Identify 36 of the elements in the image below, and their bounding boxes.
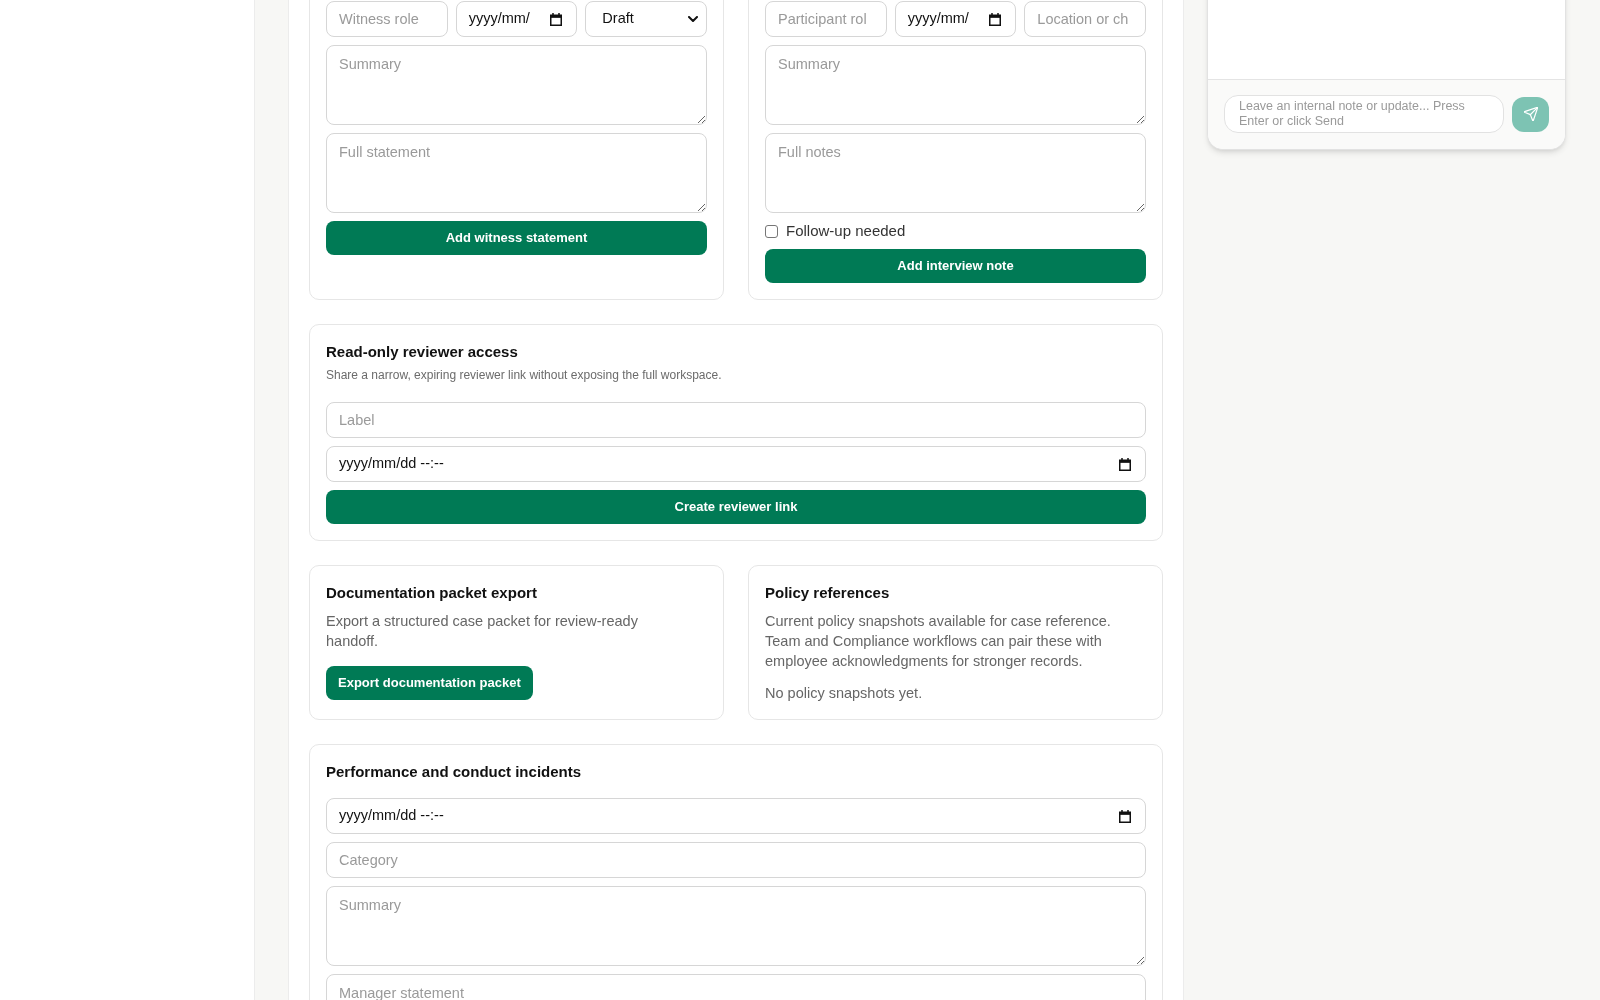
date-field[interactable]: yyyy/mm/dd --:-- (326, 798, 1146, 834)
card-description: Current policy snapshots available for case reference. Team and Compliance workflows can pair these with employee acknowledgments for stronger records. (765, 612, 1112, 671)
create-link-button[interactable]: Create reviewer link (326, 490, 1146, 524)
empty-state-text: No policy snapshots yet. (765, 684, 923, 703)
paper-plane-icon (1523, 107, 1538, 121)
card-description: Share a narrow, expiring reviewer link without exposing the full workspace. (326, 367, 722, 383)
text-area[interactable]: Full statement (326, 133, 707, 213)
text-input[interactable]: Label (326, 402, 1146, 438)
text-area[interactable]: Summary (326, 886, 1146, 966)
date-field[interactable]: yyyy/mm/dd --:-- (326, 446, 1146, 482)
date-field[interactable]: yyyy/mm/ (894, 1, 1017, 37)
card-title: Performance and conduct incidents (326, 762, 582, 782)
text-area[interactable]: Summary (326, 45, 707, 125)
text-area[interactable]: Summary (765, 45, 1146, 125)
calendar-icon[interactable] (550, 12, 563, 26)
text-input[interactable]: Location or ch (1024, 1, 1146, 37)
card-title: Read-only reviewer access (326, 342, 518, 362)
text-input[interactable]: Witness role (326, 1, 448, 37)
card-title: Documentation packet export (326, 583, 537, 603)
checkbox[interactable] (765, 224, 778, 238)
calendar-icon[interactable] (989, 12, 1002, 26)
status-select[interactable]: Draft (585, 1, 707, 37)
card-description: Export a structured case packet for review-ready handoff. (326, 612, 639, 651)
calendar-icon[interactable] (1119, 809, 1131, 823)
export-button[interactable]: Export documentation packet (326, 666, 533, 700)
note-input[interactable]: Leave an internal note or update... Press Enter or click Send (1224, 95, 1504, 133)
card-title: Policy references (765, 583, 890, 603)
text-input[interactable]: Participant rol (765, 1, 887, 37)
add-note-button[interactable]: Add interview note (765, 249, 1146, 283)
text-area[interactable]: Full notes (765, 133, 1146, 213)
checkbox-label: Follow-up needed (786, 220, 906, 241)
date-field[interactable]: yyyy/mm/ (455, 1, 578, 37)
chevron-down-icon (688, 16, 698, 22)
add-statement-button[interactable]: Add witness statement (326, 221, 707, 255)
text-input[interactable]: Category (326, 842, 1146, 878)
calendar-icon[interactable] (1119, 457, 1131, 471)
